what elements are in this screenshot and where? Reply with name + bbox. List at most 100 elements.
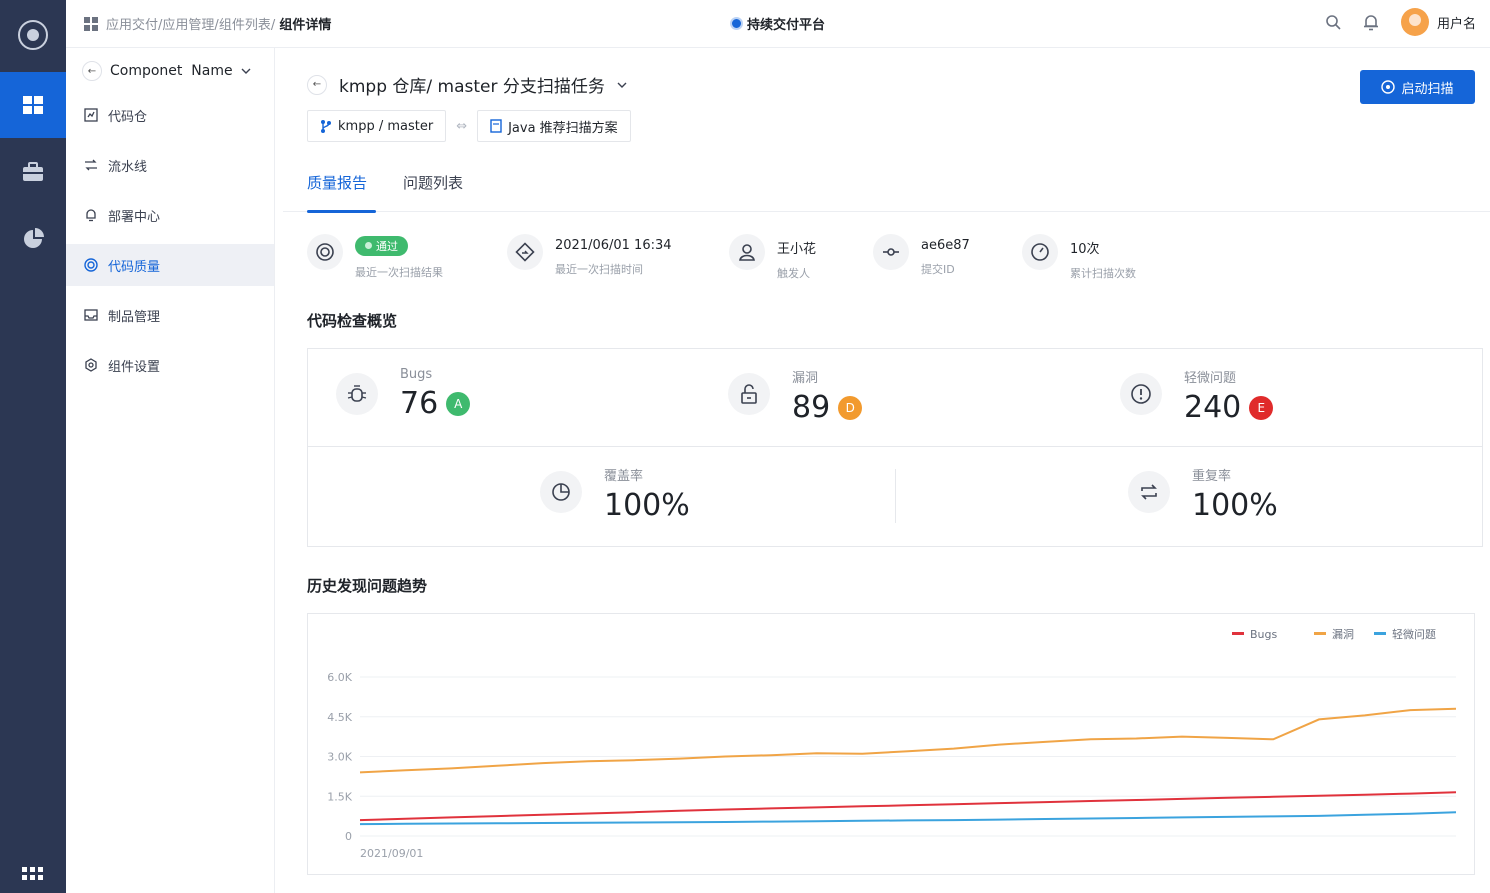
- stat-value: 2021/06/01 16:34: [555, 238, 672, 253]
- start-scan-button[interactable]: 启动扫描: [1360, 70, 1475, 104]
- breadcrumb: 应用交付/应用管理/组件列表/ 组件详情: [84, 14, 331, 33]
- overview-label: 重复率: [1192, 469, 1232, 484]
- scan-config-chips: kmpp / master ⇔ Java 推荐扫描方案: [307, 110, 631, 142]
- bug-icon: [336, 373, 378, 415]
- tab-label: 质量报告: [307, 174, 368, 192]
- play-circle-icon: [1381, 80, 1396, 94]
- legend-label: 漏洞: [1332, 628, 1354, 641]
- platform-name: 持续交付平台: [747, 18, 826, 33]
- stat-last-result: 通过 最近一次扫描结果: [307, 234, 443, 280]
- username: 用户名: [1436, 16, 1476, 32]
- overview-bugs[interactable]: Bugs 76 A: [336, 367, 471, 421]
- platform-logo-icon[interactable]: [18, 20, 48, 50]
- chevron-down-icon: [241, 68, 251, 74]
- back-arrow-icon[interactable]: ←: [82, 61, 102, 81]
- grid-icon: [84, 16, 98, 31]
- stat-last-time: 2021/06/01 16:34 最近一次扫描时间: [507, 234, 672, 277]
- breadcrumb-item-app-mgmt[interactable]: 应用管理: [162, 18, 214, 33]
- overview-label: Bugs: [400, 367, 433, 382]
- component-sidebar: ← Componet Name 代码仓 流水线 部署中心 代码质量 制品管理 组…: [66, 48, 275, 893]
- overview-minor-issues[interactable]: 轻微问题 240 E: [1120, 367, 1274, 425]
- series-line-轻微问题: [359, 811, 1457, 826]
- gear-icon: [85, 358, 97, 372]
- start-scan-label: 启动扫描: [1401, 80, 1454, 96]
- rail-item-apps[interactable]: [0, 72, 66, 138]
- stat-trigger-user: 王小花 触发人: [729, 234, 816, 281]
- stat-value[interactable]: ae6e87: [921, 238, 970, 253]
- grade-badge: D: [838, 395, 863, 420]
- document-icon: [490, 119, 502, 133]
- x-tick-label: 2021/09/01: [360, 847, 423, 860]
- stat-label: 最近一次扫描时间: [555, 263, 643, 276]
- component-selector[interactable]: ← Componet Name: [82, 60, 251, 82]
- y-tick-label: 1.5K: [327, 790, 352, 803]
- stat-scan-count: 10次累计扫描次数: [1022, 234, 1136, 281]
- search-icon[interactable]: [1325, 14, 1341, 30]
- diamond-arrow-icon: [507, 234, 543, 270]
- overview-divider: [895, 469, 896, 523]
- trend-title: 历史发现问题趋势: [307, 577, 428, 595]
- sidebar-item-settings[interactable]: 组件设置: [66, 344, 274, 386]
- scan-summary: 通过 最近一次扫描结果 2021/06/01 16:34 最近一次扫描时间 王小花触…: [307, 234, 1467, 282]
- platform-title: 持续交付平台: [730, 14, 825, 33]
- commit-icon: [873, 234, 909, 270]
- overview-label: 轻微问题: [1184, 371, 1237, 386]
- branch-chip-label: kmpp / master: [338, 118, 434, 134]
- issue-trend-chart: 6.0K 4.5K 3.0K 1.5K 0 2021/09/01 Bugs 漏洞 轻微问题: [307, 613, 1475, 875]
- sidebar-item-artifacts[interactable]: 制品管理: [66, 294, 274, 336]
- sidebar-item-code-quality[interactable]: 代码质量: [66, 244, 274, 286]
- legend-label: 轻微问题: [1392, 627, 1436, 641]
- pie-chart-icon: [24, 228, 44, 248]
- chevron-down-icon[interactable]: [617, 82, 627, 88]
- grade-badge: E: [1249, 395, 1274, 420]
- rail-item-toolbox[interactable]: [0, 139, 66, 205]
- bell-icon[interactable]: [1363, 13, 1379, 31]
- overview-value: 89: [792, 390, 831, 425]
- sidebar-item-label: 流水线: [108, 159, 148, 175]
- scan-plan-chip[interactable]: Java 推荐扫描方案: [477, 110, 631, 142]
- user-menu[interactable]: 用户名: [1400, 8, 1476, 36]
- sidebar-item-code-repo[interactable]: 代码仓: [66, 94, 274, 136]
- inbox-icon: [84, 309, 98, 321]
- sidebar-nav: 代码仓 流水线 部署中心 代码质量 制品管理 组件设置: [66, 94, 274, 394]
- breadcrumb-item-delivery[interactable]: 应用交付: [106, 18, 158, 33]
- overview-value: 100%: [1192, 488, 1278, 523]
- overview-vulnerabilities[interactable]: 漏洞 89 D: [728, 367, 863, 425]
- stat-label: 最近一次扫描结果: [355, 265, 443, 279]
- branch-icon: [321, 120, 331, 133]
- legend-swatch: [1314, 632, 1326, 635]
- tab-quality-report[interactable]: 质量报告: [307, 172, 376, 213]
- legend-swatch: [1374, 632, 1386, 635]
- user-icon: [729, 234, 765, 270]
- stat-label: 累计扫描次数: [1070, 267, 1136, 280]
- page-title-row: ← kmpp 仓库/ master 分支扫描任务: [307, 72, 627, 97]
- tab-issue-list[interactable]: 问题列表: [403, 172, 463, 212]
- app-root: 应用交付/应用管理/组件列表/ 组件详情 持续交付平台 用户名 ← Compon…: [0, 0, 1490, 893]
- rail-item-reports[interactable]: [0, 206, 66, 272]
- legend-swatch: [1232, 632, 1244, 635]
- breadcrumb-current: 组件详情: [279, 18, 332, 33]
- sidebar-item-deploy[interactable]: 部署中心: [66, 194, 274, 236]
- tab-bar: 质量报告 问题列表: [283, 172, 1490, 213]
- sidebar-item-label: 制品管理: [108, 309, 161, 325]
- breadcrumb-separator: /: [270, 18, 276, 33]
- component-name: Componet Name: [110, 63, 233, 79]
- overview-coverage[interactable]: 覆盖率 100%: [540, 465, 690, 523]
- apps-launcher-icon[interactable]: [22, 866, 44, 885]
- sidebar-item-pipeline[interactable]: 流水线: [66, 144, 274, 186]
- code-overview-card: Bugs 76 A 漏洞 89 D 轻微问题 240 E 覆盖率 100% 重复…: [307, 348, 1483, 547]
- back-arrow-icon[interactable]: ←: [307, 74, 327, 95]
- overview-duplication[interactable]: 重复率 100%: [1128, 465, 1278, 523]
- avatar: [1400, 8, 1429, 36]
- trend-chart-svg: 6.0K 4.5K 3.0K 1.5K 0 2021/09/01 Bugs 漏洞 轻微问题: [327, 627, 1457, 860]
- branch-chip[interactable]: kmpp / master: [307, 110, 447, 142]
- breadcrumb-item-component-list[interactable]: 组件列表: [219, 18, 271, 33]
- sidebar-item-label: 代码质量: [108, 259, 161, 275]
- target-icon: [307, 234, 343, 270]
- y-tick-label: 3.0K: [327, 751, 352, 764]
- unlock-icon: [728, 373, 770, 415]
- overview-value: 240: [1184, 390, 1242, 425]
- sidebar-item-label: 组件设置: [108, 359, 161, 375]
- platform-dot-icon: [730, 17, 743, 30]
- stat-value: 10次: [1070, 242, 1100, 257]
